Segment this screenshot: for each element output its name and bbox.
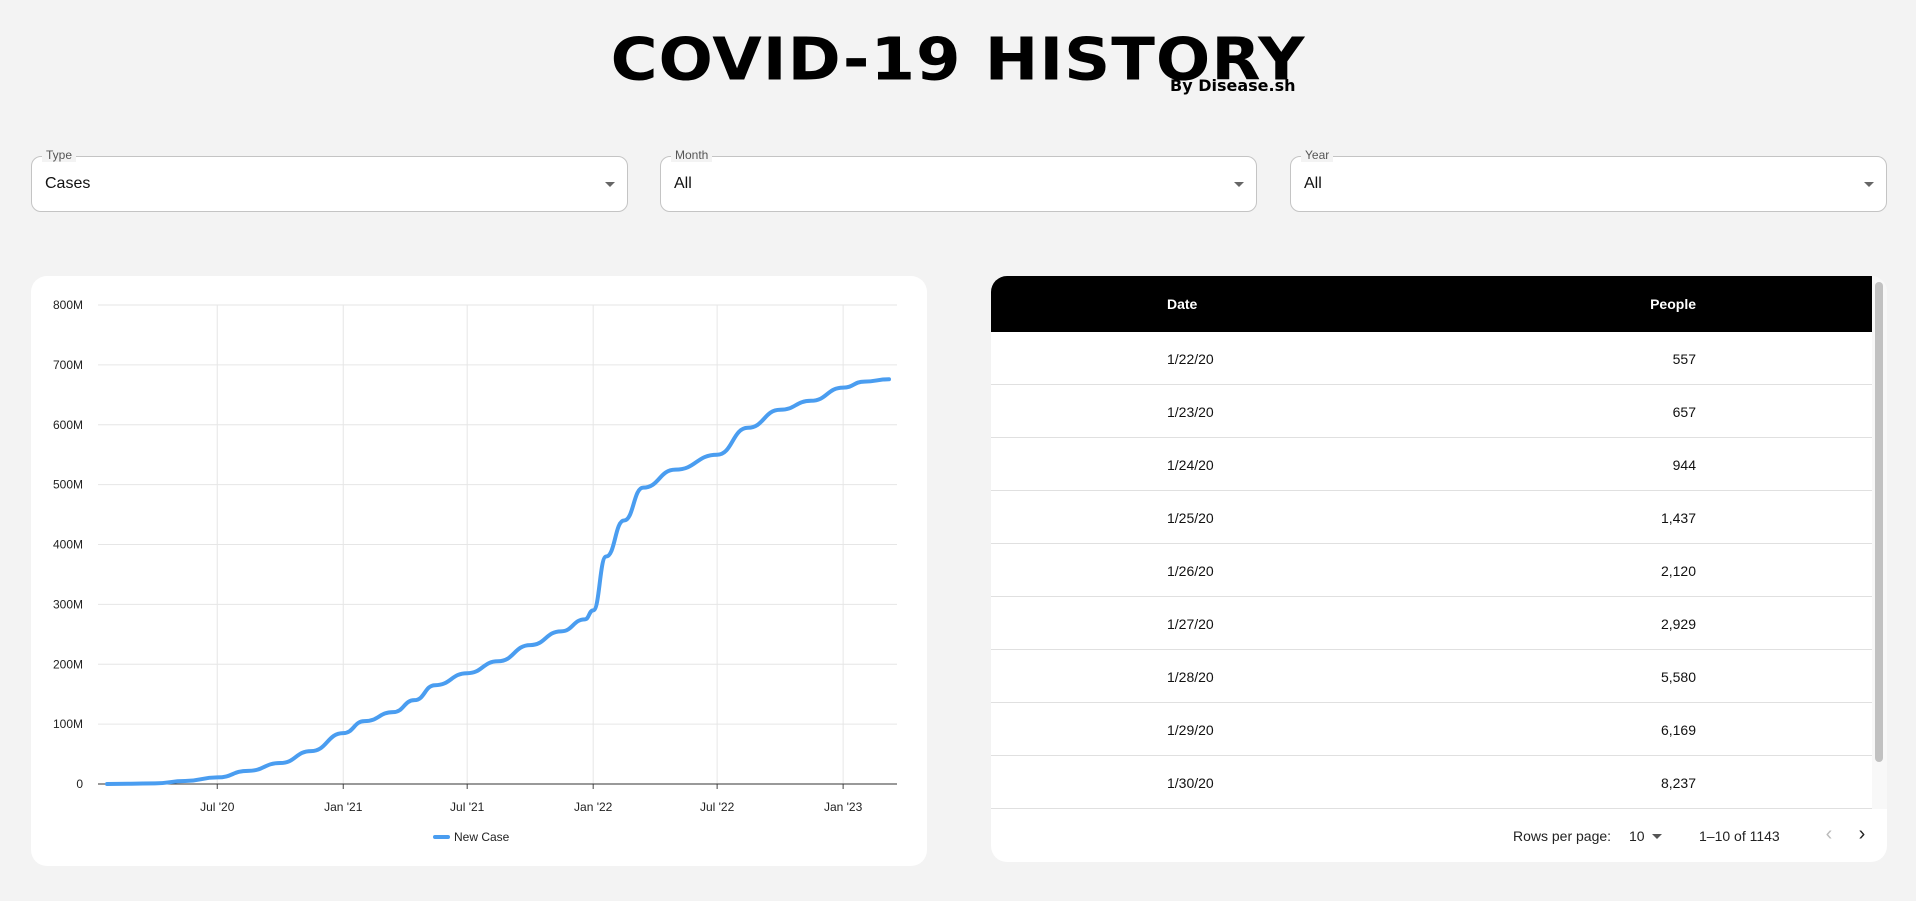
caret-down-icon — [1864, 182, 1874, 187]
month-select-label: Month — [671, 148, 713, 162]
table-header: Date People — [991, 276, 1872, 332]
cell-date: 1/22/20 — [1167, 351, 1214, 367]
y-tick-label: 300M — [53, 597, 83, 611]
y-tick-label: 200M — [53, 657, 83, 671]
type-select-label: Type — [42, 148, 77, 162]
pagination: Rows per page: 10 1–10 of 1143 ‹ › — [991, 809, 1887, 862]
x-tick-label: Jul '22 — [700, 800, 735, 814]
cell-date: 1/23/20 — [1167, 404, 1214, 420]
header: COVID-19 HISTORY — [0, 18, 1916, 102]
cell-people: 2,120 — [1660, 563, 1696, 579]
cell-date: 1/29/20 — [1167, 722, 1214, 738]
x-tick-label: Jul '21 — [450, 800, 485, 814]
y-tick-label: 100M — [53, 717, 83, 731]
data-table: Date People 1/22/20 557 1/23/20 657 1/24/20 9… — [991, 276, 1887, 862]
cell-people: 1,437 — [1660, 510, 1696, 526]
x-tick-label: Jan '22 — [574, 800, 613, 814]
column-header-people[interactable]: People — [1650, 296, 1696, 312]
caret-down-icon — [1234, 182, 1244, 187]
cell-date: 1/25/20 — [1167, 510, 1214, 526]
legend-label: New Case — [454, 830, 510, 844]
table-row[interactable]: 1/26/20 2,120 — [991, 544, 1872, 597]
year-select[interactable]: Year All — [1290, 148, 1887, 212]
type-select-value: Cases — [45, 175, 91, 192]
pagination-range: 1–10 of 1143 — [1699, 828, 1780, 844]
cell-date: 1/24/20 — [1167, 457, 1214, 473]
x-tick-label: Jan '21 — [324, 800, 363, 814]
y-tick-label: 500M — [53, 478, 83, 492]
month-select-value: All — [674, 175, 692, 192]
y-tick-label: 800M — [53, 298, 83, 312]
cell-people: 944 — [1672, 457, 1696, 473]
caret-down-icon — [605, 182, 615, 187]
table-row[interactable]: 1/23/20 657 — [991, 385, 1872, 438]
cell-date: 1/28/20 — [1167, 669, 1214, 685]
cell-people: 657 — [1672, 404, 1696, 420]
table-row[interactable]: 1/27/20 2,929 — [991, 597, 1872, 650]
page-title: COVID-19 HISTORY — [610, 25, 1306, 95]
table-row[interactable]: 1/22/20 557 — [991, 332, 1872, 385]
x-tick-label: Jul '20 — [200, 800, 235, 814]
cell-people: 557 — [1672, 351, 1696, 367]
rows-per-page-select[interactable]: 10 — [1629, 828, 1645, 844]
y-tick-label: 400M — [53, 538, 83, 552]
chart-card: 0 100M 200M 300M 400M 500M 600M 700M 800M Jul '20… — [31, 276, 927, 866]
y-tick-label: 700M — [53, 358, 83, 372]
cell-people: 2,929 — [1660, 616, 1696, 632]
type-select[interactable]: Type Cases — [31, 148, 628, 212]
series-line — [105, 377, 891, 786]
table-row[interactable]: 1/30/20 8,237 — [991, 756, 1872, 809]
x-tick-label: Jan '23 — [824, 800, 863, 814]
y-tick-label: 600M — [53, 418, 83, 432]
y-tick-label: 0 — [76, 777, 83, 791]
chevron-right-icon[interactable]: › — [1850, 823, 1874, 847]
table-row[interactable]: 1/28/20 5,580 — [991, 650, 1872, 703]
table-scrollbar-thumb[interactable] — [1875, 282, 1883, 762]
cell-date: 1/26/20 — [1167, 563, 1214, 579]
rows-per-page-label: Rows per page: — [1513, 828, 1612, 844]
chevron-left-icon[interactable]: ‹ — [1817, 823, 1841, 847]
cell-people: 5,580 — [1660, 669, 1696, 685]
table-row[interactable]: 1/29/20 6,169 — [991, 703, 1872, 756]
year-select-value: All — [1304, 175, 1322, 192]
column-header-date[interactable]: Date — [1167, 296, 1197, 312]
cell-date: 1/27/20 — [1167, 616, 1214, 632]
month-select[interactable]: Month All — [660, 148, 1257, 212]
page-subtitle: By Disease.sh — [1170, 76, 1296, 95]
table-row[interactable]: 1/24/20 944 — [991, 438, 1872, 491]
cell-date: 1/30/20 — [1167, 775, 1214, 791]
table-row[interactable]: 1/25/20 1,437 — [991, 491, 1872, 544]
caret-down-icon[interactable] — [1652, 834, 1662, 839]
cell-people: 8,237 — [1660, 775, 1696, 791]
cell-people: 6,169 — [1660, 722, 1696, 738]
table-body: 1/22/20 557 1/23/20 657 1/24/20 944 1/25/20 1,4… — [991, 332, 1872, 809]
year-select-label: Year — [1301, 148, 1334, 162]
line-chart: 0 100M 200M 300M 400M 500M 600M 700M 800M Jul '20… — [53, 298, 897, 844]
